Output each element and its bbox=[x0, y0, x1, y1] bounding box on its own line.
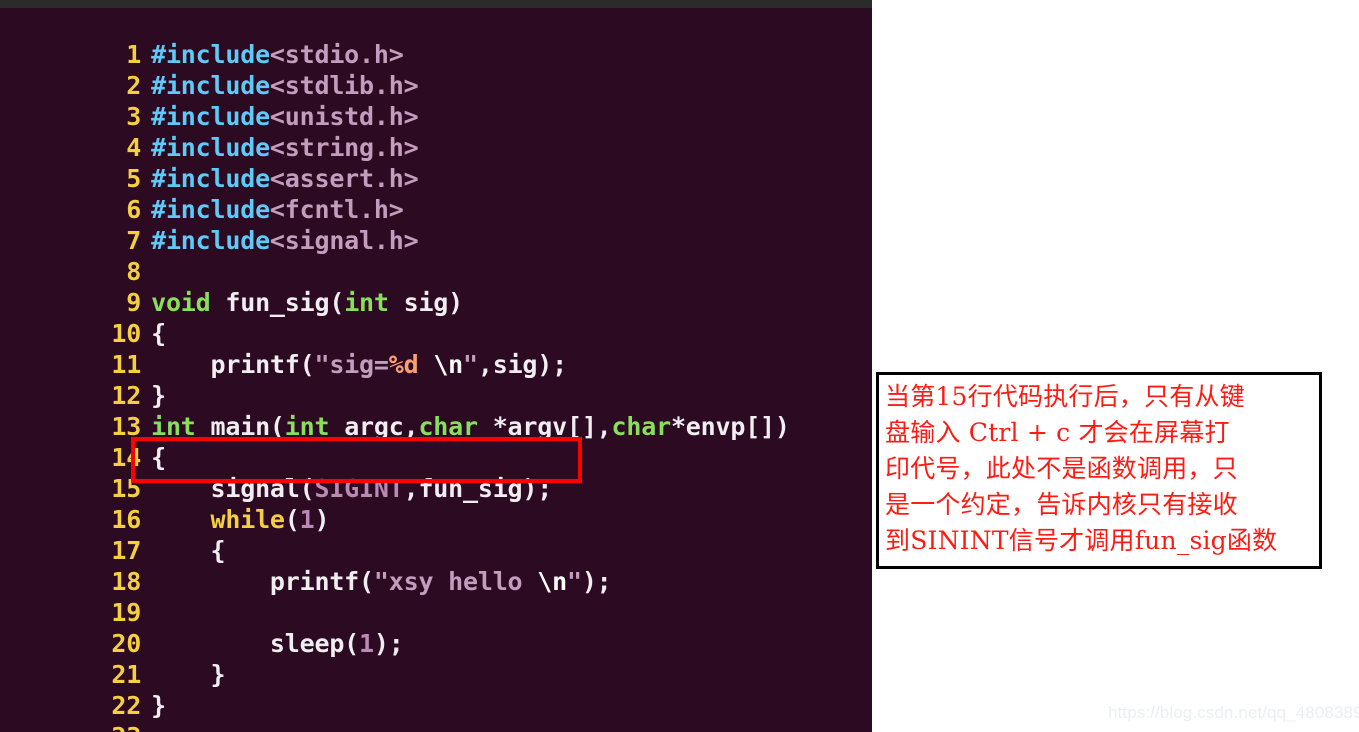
code-listing[interactable]: 1 #include<stdio.h> 2 #include<stdlib.h> 3… bbox=[0, 8, 872, 732]
line-content: sleep(1); bbox=[151, 629, 404, 658]
line-number: 3 bbox=[126, 102, 142, 131]
line-number: 20 bbox=[111, 629, 142, 658]
annotation-callout: 当第15行代码执行后，只有从键 盘输入 Ctrl + c 才会在屏幕打 印代号，… bbox=[876, 372, 1322, 569]
line-number: 16 bbox=[111, 505, 142, 534]
line-content: } bbox=[151, 691, 166, 720]
line-content: void fun_sig(int sig) bbox=[151, 288, 464, 317]
line-number: 22 bbox=[111, 691, 142, 720]
line-content: { bbox=[151, 536, 226, 565]
code-editor-panel: 1 #include<stdio.h> 2 #include<stdlib.h> 3… bbox=[0, 0, 872, 732]
line-content: #include<assert.h> bbox=[151, 164, 419, 193]
line-content: { bbox=[151, 443, 166, 472]
line-content: printf("xsy hello \n"); bbox=[151, 567, 612, 596]
line-number: 11 bbox=[111, 350, 142, 379]
line-content: printf("sig=%d \n",sig); bbox=[151, 350, 568, 379]
line-number: 10 bbox=[111, 319, 142, 348]
line-number: 6 bbox=[126, 195, 142, 224]
line-number: 23 bbox=[89, 721, 141, 732]
line-number: 2 bbox=[126, 71, 142, 100]
line-number: 14 bbox=[111, 443, 142, 472]
watermark-url: https://blog.csdn.net/qq_48083892 bbox=[1108, 703, 1359, 722]
line-content: #include<signal.h> bbox=[151, 226, 419, 255]
line-number: 4 bbox=[126, 133, 142, 162]
line-number: 19 bbox=[111, 598, 142, 627]
line-content: #include<string.h> bbox=[151, 133, 419, 162]
line-number: 13 bbox=[111, 412, 142, 441]
line-content: #include<unistd.h> bbox=[151, 102, 419, 131]
line-number: 15 bbox=[111, 474, 142, 503]
line-content: #include<fcntl.h> bbox=[151, 195, 404, 224]
line-content: #include<stdio.h> bbox=[151, 40, 404, 69]
line-content: while(1) bbox=[210, 505, 330, 534]
line-content: } bbox=[151, 381, 166, 410]
line-content: } bbox=[151, 660, 226, 689]
line-content: int main(int argc,char *argv[],char*envp… bbox=[151, 412, 790, 441]
line-content: { bbox=[151, 319, 166, 348]
line-number: 12 bbox=[111, 381, 142, 410]
line-number: 9 bbox=[126, 288, 142, 317]
line-number: 1 bbox=[126, 40, 142, 69]
line-number: 18 bbox=[111, 567, 142, 596]
line-number: 5 bbox=[126, 164, 142, 193]
line-number: 17 bbox=[111, 536, 142, 565]
terminal-top-strip bbox=[0, 0, 872, 8]
line-content: #include<stdlib.h> bbox=[151, 71, 419, 100]
annotation-text: 当第15行代码执行后，只有从键 盘输入 Ctrl + c 才会在屏幕打 印代号，… bbox=[885, 382, 1278, 555]
line-number: 7 bbox=[126, 226, 142, 255]
line-content: signal(SIGINT,fun_sig); bbox=[151, 474, 553, 503]
line-number: 21 bbox=[111, 660, 142, 689]
code-line: 1 #include<stdio.h> bbox=[0, 8, 872, 69]
line-number: 8 bbox=[126, 257, 142, 286]
